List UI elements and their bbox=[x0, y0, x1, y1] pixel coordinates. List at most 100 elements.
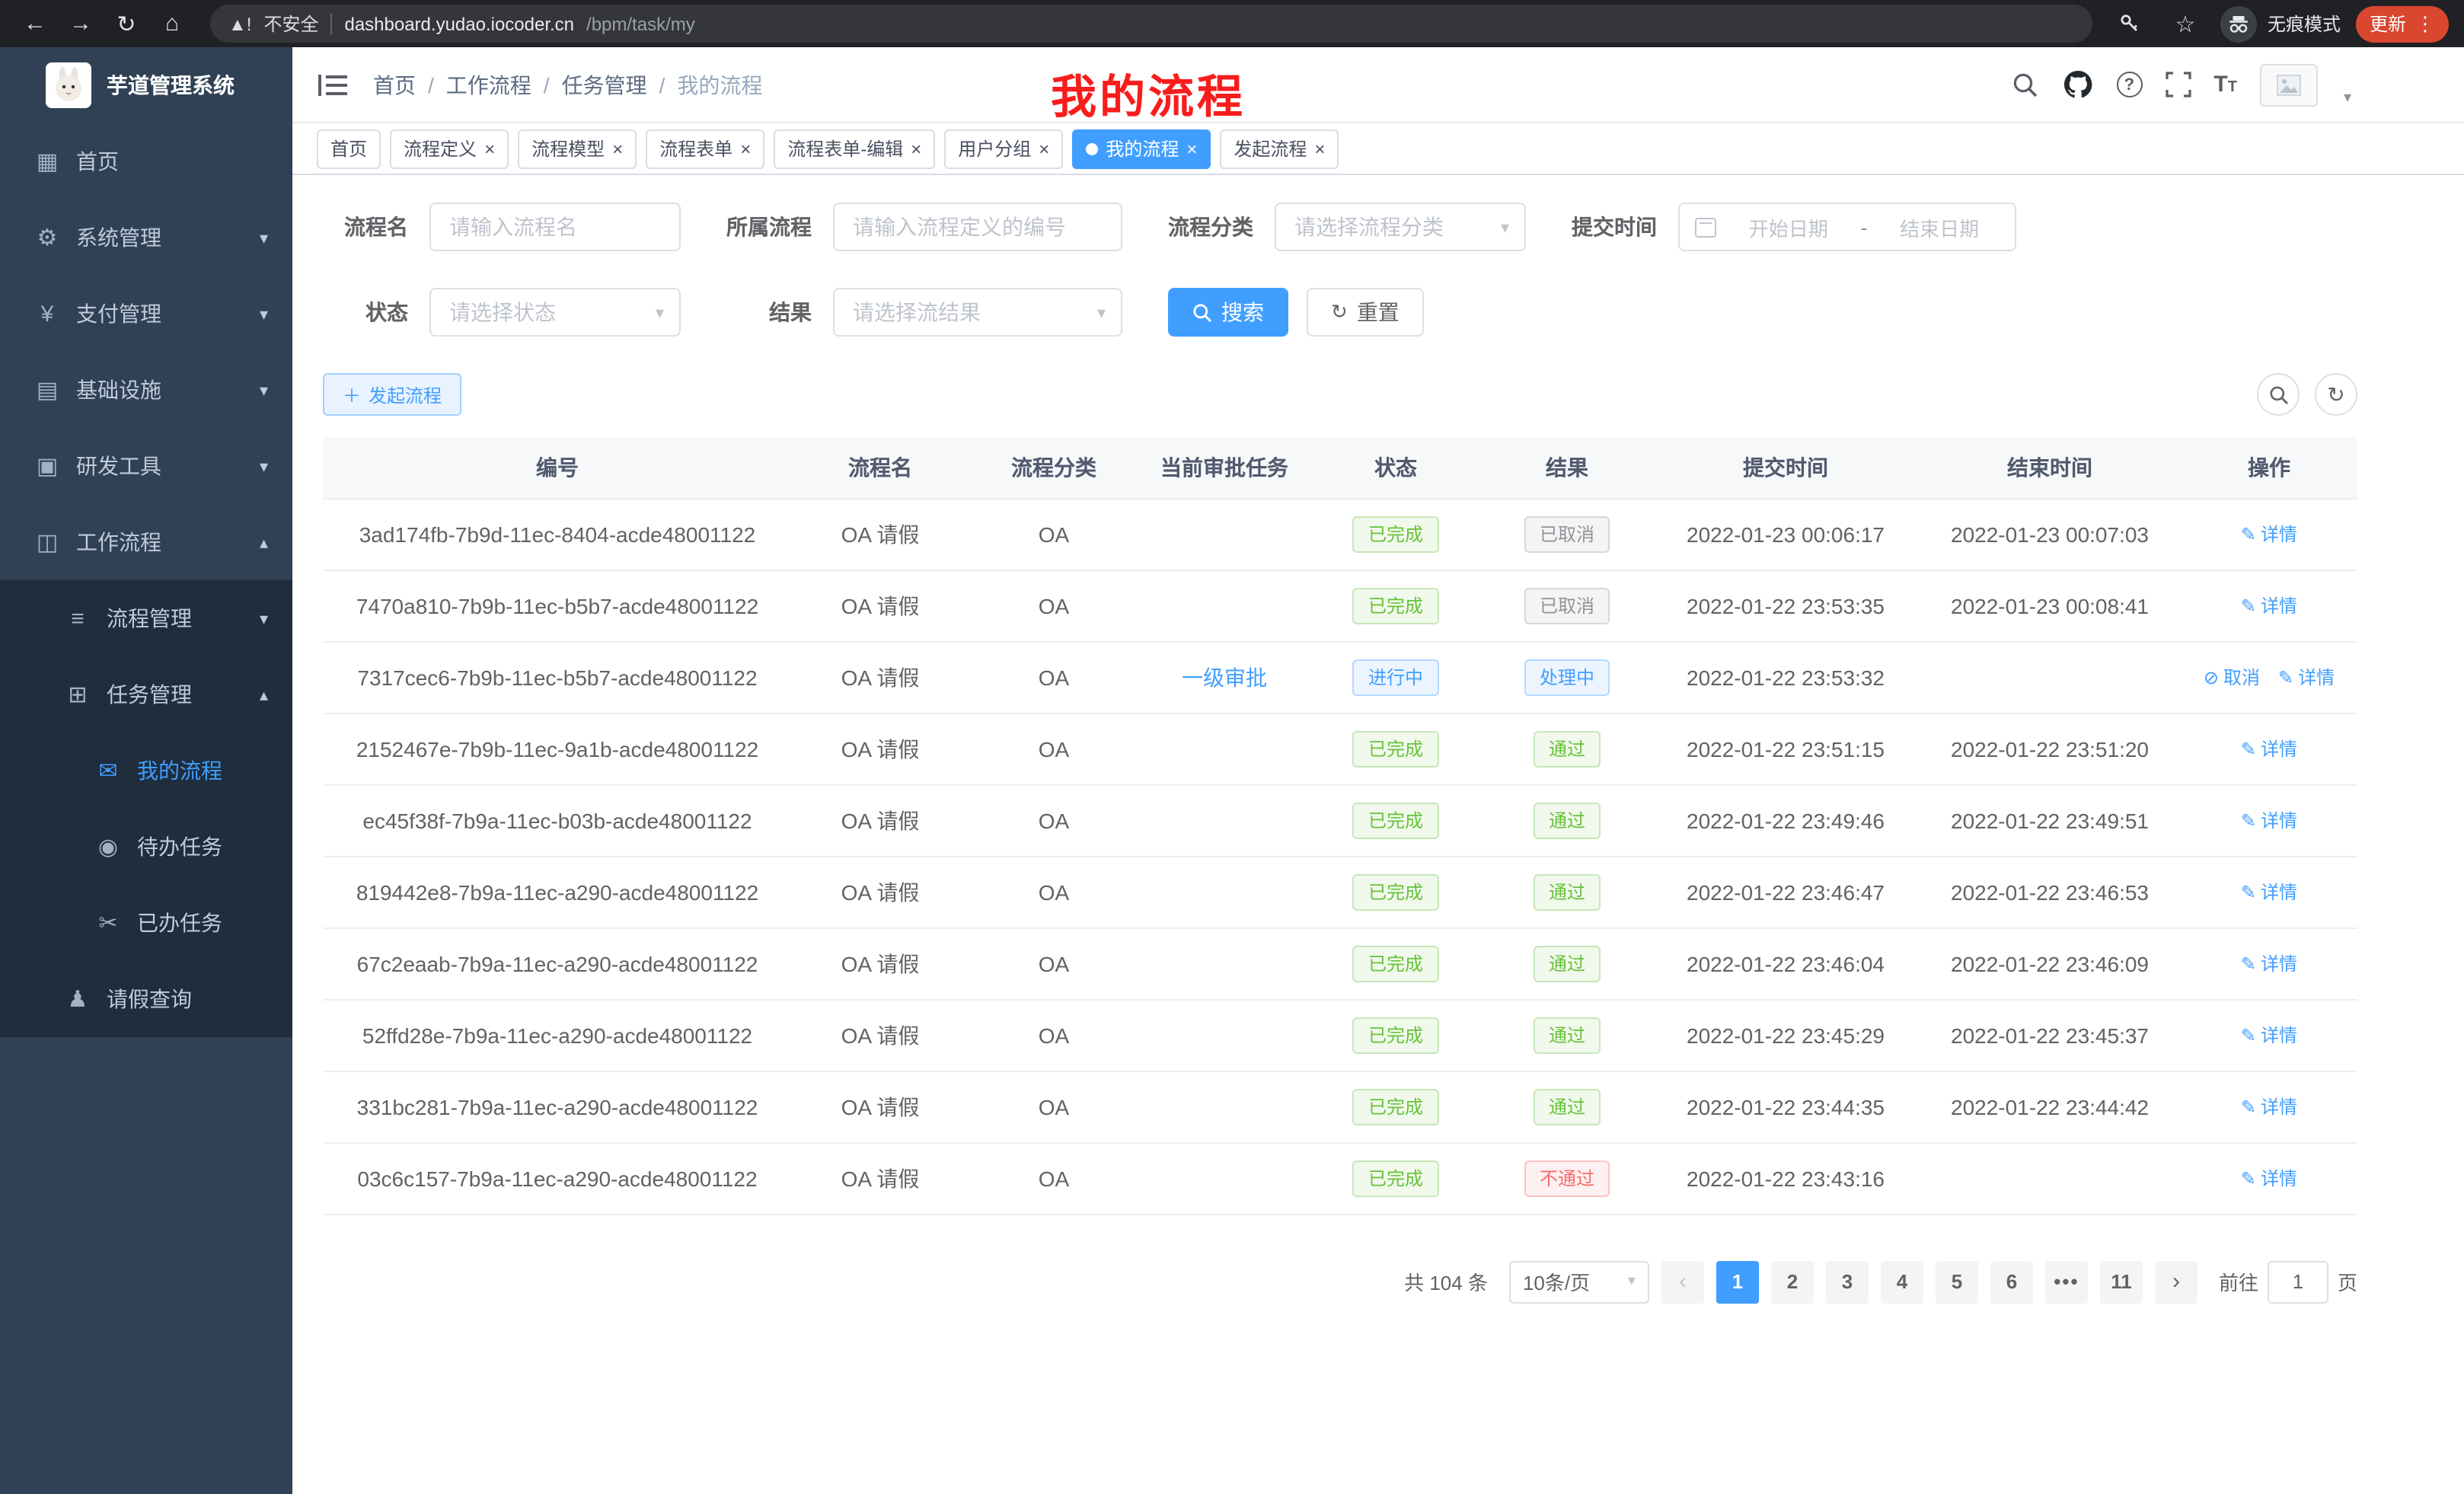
pager-page-5[interactable]: 5 bbox=[1936, 1260, 1978, 1303]
sidebar-item-system-mgmt[interactable]: ⚙系统管理▾ bbox=[0, 200, 292, 276]
update-button[interactable]: 更新 ⋮ bbox=[2356, 5, 2449, 42]
category-label: 流程分类 bbox=[1168, 212, 1253, 242]
close-icon[interactable]: × bbox=[1186, 139, 1197, 158]
pager-page-4[interactable]: 4 bbox=[1881, 1260, 1923, 1303]
pager-page-2[interactable]: 2 bbox=[1771, 1260, 1814, 1303]
help-icon[interactable]: ? bbox=[2116, 72, 2142, 97]
start-process-button[interactable]: ＋ 发起流程 bbox=[323, 373, 461, 416]
result-badge: 通过 bbox=[1534, 873, 1601, 910]
sidebar-item-infrastructure[interactable]: ▤基础设施▾ bbox=[0, 352, 292, 428]
browser-back-icon[interactable]: ← bbox=[15, 4, 55, 43]
close-icon[interactable]: × bbox=[484, 139, 495, 158]
result-badge: 通过 bbox=[1534, 1017, 1601, 1053]
sidebar-logo[interactable]: 芋道管理系统 bbox=[0, 47, 292, 123]
tab-user-group[interactable]: 用户分组× bbox=[944, 129, 1063, 168]
task-link[interactable]: 一级审批 bbox=[1182, 665, 1267, 689]
breadcrumb-link[interactable]: 任务管理 bbox=[562, 69, 647, 100]
total-count: 共 104 条 bbox=[1404, 1267, 1488, 1296]
process-name-input[interactable] bbox=[429, 203, 681, 251]
sidebar-item-payment-mgmt[interactable]: ¥支付管理▾ bbox=[0, 276, 292, 352]
detail-link[interactable]: ✎详情 bbox=[2241, 879, 2297, 905]
submit-time-range-picker[interactable]: 开始日期 - 结束日期 bbox=[1678, 203, 2016, 251]
category-select[interactable]: 请选择流程分类 ▾ bbox=[1275, 203, 1526, 251]
detail-link[interactable]: ✎详情 bbox=[2241, 951, 2297, 977]
prev-page-button[interactable]: ‹ bbox=[1661, 1260, 1704, 1303]
detail-link[interactable]: ✎详情 bbox=[2278, 665, 2335, 691]
close-icon[interactable]: × bbox=[1039, 139, 1049, 158]
detail-link[interactable]: ✎详情 bbox=[2241, 522, 2297, 547]
browser-home-icon[interactable]: ⌂ bbox=[152, 4, 192, 43]
sidebar-item-my-process[interactable]: ✉我的流程 bbox=[0, 733, 292, 809]
cell-task bbox=[1139, 498, 1310, 570]
cell-category: OA bbox=[969, 999, 1139, 1071]
sidebar-item-home[interactable]: ▦首页 bbox=[0, 123, 292, 200]
detail-link[interactable]: ✎详情 bbox=[2241, 593, 2297, 619]
font-size-icon[interactable]: TT bbox=[2213, 72, 2237, 97]
cell-submit-time: 2022-01-22 23:46:47 bbox=[1652, 856, 1919, 927]
tab-process-model[interactable]: 流程模型× bbox=[518, 129, 637, 168]
sidebar-item-done-tasks[interactable]: ✂已办任务 bbox=[0, 885, 292, 961]
column-header: 提交时间 bbox=[1652, 437, 1919, 498]
process-mgmt-icon: ≡ bbox=[61, 605, 94, 631]
github-icon[interactable] bbox=[2061, 69, 2093, 101]
page-size-select[interactable]: 10条/页 ▾ bbox=[1509, 1260, 1649, 1303]
status-select[interactable]: 请选择状态 ▾ bbox=[429, 288, 681, 337]
pager-page-3[interactable]: 3 bbox=[1826, 1260, 1869, 1303]
cancel-link[interactable]: ⊘取消 bbox=[2204, 665, 2260, 691]
search-button[interactable]: 搜索 bbox=[1168, 288, 1288, 337]
cell-result: 通过 bbox=[1482, 713, 1652, 784]
close-icon[interactable]: × bbox=[612, 139, 623, 158]
detail-link[interactable]: ✎详情 bbox=[2241, 1166, 2297, 1192]
tab-my-process[interactable]: 我的流程× bbox=[1072, 129, 1211, 168]
tab-process-definition[interactable]: 流程定义× bbox=[390, 129, 509, 168]
detail-link[interactable]: ✎详情 bbox=[2241, 1094, 2297, 1120]
sidebar-toggle-icon[interactable] bbox=[315, 69, 349, 100]
sidebar-item-workflow[interactable]: ◫工作流程▴ bbox=[0, 504, 292, 580]
close-icon[interactable]: × bbox=[911, 139, 921, 158]
result-select[interactable]: 请选择流结果 ▾ bbox=[833, 288, 1122, 337]
close-icon[interactable]: × bbox=[1314, 139, 1325, 158]
chevron-down-icon[interactable]: ▾ bbox=[2344, 89, 2351, 106]
close-icon[interactable]: × bbox=[740, 139, 751, 158]
active-dot bbox=[1086, 142, 1098, 155]
reset-button[interactable]: ↻ 重置 bbox=[1307, 288, 1424, 337]
next-page-button[interactable]: › bbox=[2155, 1260, 2197, 1303]
pager-more[interactable]: ••• bbox=[2045, 1260, 2088, 1303]
tab-process-form-edit[interactable]: 流程表单-编辑× bbox=[774, 129, 935, 168]
key-icon[interactable] bbox=[2111, 4, 2150, 43]
sidebar-item-process-mgmt[interactable]: ≡流程管理▾ bbox=[0, 580, 292, 656]
browser-forward-icon[interactable]: → bbox=[61, 4, 101, 43]
detail-link[interactable]: ✎详情 bbox=[2241, 1023, 2297, 1049]
owner-process-input[interactable] bbox=[833, 203, 1122, 251]
pager-page-1[interactable]: 1 bbox=[1716, 1260, 1759, 1303]
bookmark-star-icon[interactable]: ☆ bbox=[2166, 4, 2205, 43]
breadcrumb-link[interactable]: 工作流程 bbox=[446, 69, 531, 100]
cell-status: 已完成 bbox=[1310, 570, 1482, 641]
detail-link[interactable]: ✎详情 bbox=[2241, 736, 2297, 762]
pager-page-6[interactable]: 6 bbox=[1990, 1260, 2033, 1303]
page-content: 流程名 所属流程 流程分类 请选择流程分类 ▾ bbox=[292, 175, 2464, 1494]
fullscreen-icon[interactable] bbox=[2165, 72, 2191, 97]
pager-page-11[interactable]: 11 bbox=[2100, 1260, 2143, 1303]
tab-process-form[interactable]: 流程表单× bbox=[646, 129, 764, 168]
sidebar-item-todo-tasks[interactable]: ◉待办任务 bbox=[0, 809, 292, 885]
tab-home[interactable]: 首页 bbox=[317, 129, 381, 168]
sidebar-item-dev-tools[interactable]: ▣研发工具▾ bbox=[0, 428, 292, 504]
refresh-table-button[interactable]: ↻ bbox=[2315, 373, 2357, 416]
sidebar-item-label: 任务管理 bbox=[107, 679, 192, 710]
address-bar[interactable]: ▲! 不安全 dashboard.yudao.iocoder.cn /bpm/t… bbox=[210, 5, 2092, 43]
breadcrumb-link[interactable]: 首页 bbox=[373, 69, 416, 100]
browser-reload-icon[interactable]: ↻ bbox=[107, 4, 146, 43]
detail-link[interactable]: ✎详情 bbox=[2241, 808, 2297, 834]
sidebar-item-leave-query[interactable]: ♟请假查询 bbox=[0, 961, 292, 1037]
show-search-button[interactable] bbox=[2257, 373, 2300, 416]
sidebar-item-task-mgmt[interactable]: ⊞任务管理▴ bbox=[0, 656, 292, 733]
goto-page-input[interactable] bbox=[2268, 1260, 2328, 1303]
avatar[interactable] bbox=[2260, 63, 2318, 106]
tab-start-process[interactable]: 发起流程× bbox=[1220, 129, 1339, 168]
menu-dots-icon[interactable]: ⋮ bbox=[2415, 11, 2435, 36]
search-icon[interactable] bbox=[2011, 71, 2038, 98]
cell-id: 331bc281-7b9a-11ec-a290-acde48001122 bbox=[323, 1071, 792, 1142]
cell-end-time bbox=[1919, 1142, 2181, 1214]
warning-icon: ▲! bbox=[228, 13, 251, 34]
